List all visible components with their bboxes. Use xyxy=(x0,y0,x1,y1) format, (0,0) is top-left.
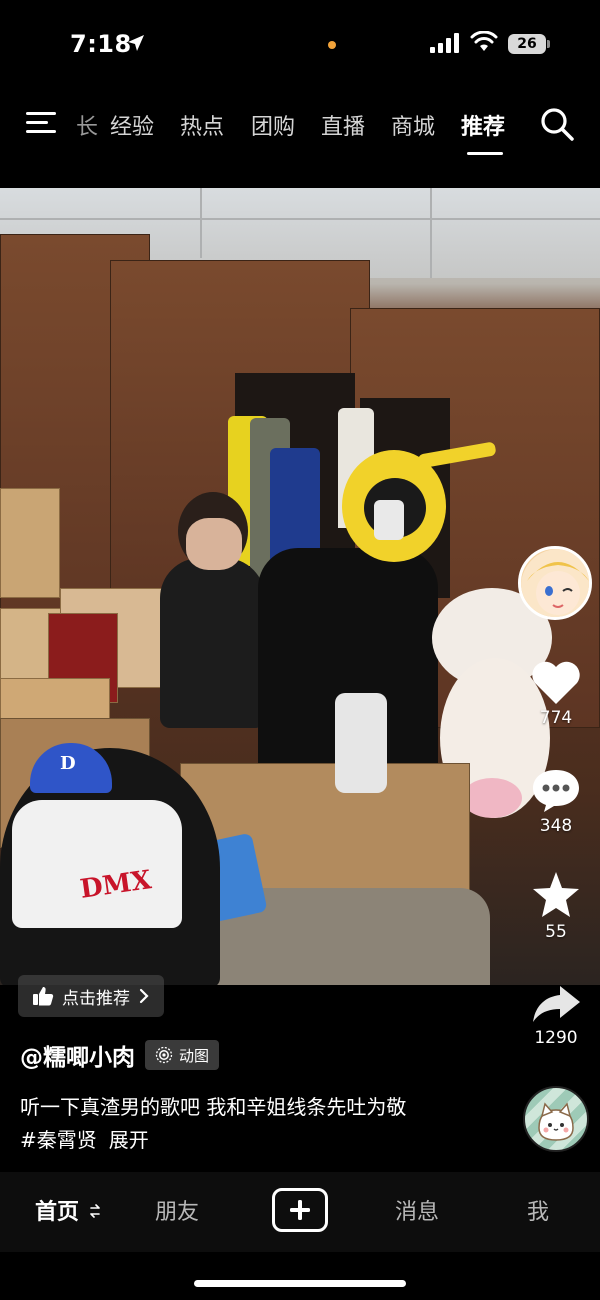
top-nav: 长 经验 热点 团购 直播 商城 推荐 xyxy=(0,95,600,165)
swap-arrows-icon[interactable] xyxy=(89,1204,101,1218)
tab-mall[interactable]: 商城 xyxy=(391,109,435,141)
active-tab-underline xyxy=(467,152,503,155)
tab-live[interactable]: 直播 xyxy=(321,109,365,141)
tab-partial[interactable]: 长 xyxy=(76,109,98,141)
caption-text: 听一下真渣男的歌吧 我和辛姐线条先吐为敬 xyxy=(20,1095,407,1119)
caption-line-2: #秦霄贤 展开 xyxy=(20,1124,149,1153)
author-name[interactable]: @糯唧小肉 xyxy=(20,1038,135,1072)
heart-icon xyxy=(532,661,580,704)
tab-me[interactable]: 我 xyxy=(527,1194,549,1226)
author-avatar[interactable] xyxy=(518,546,592,620)
video-player[interactable]: DMX D xyxy=(0,188,600,985)
menu-icon[interactable] xyxy=(26,110,58,136)
privacy-indicator-dot xyxy=(328,41,336,49)
like-action[interactable]: 774 xyxy=(520,660,592,728)
bottom-tab-bar: 首页 朋友 消息 我 xyxy=(0,1172,600,1252)
comment-count: 348 xyxy=(539,816,573,836)
home-indicator[interactable] xyxy=(194,1280,406,1287)
tab-experience[interactable]: 经验 xyxy=(110,109,154,141)
search-icon[interactable] xyxy=(540,107,574,141)
recommend-button[interactable]: 点击推荐 xyxy=(18,975,164,1017)
location-arrow-icon xyxy=(128,35,144,51)
recommend-label: 点击推荐 xyxy=(62,988,130,1009)
status-time: 7:18 xyxy=(70,30,132,58)
tab-messages[interactable]: 消息 xyxy=(395,1194,439,1226)
video-person-boy xyxy=(160,558,265,728)
video-phone xyxy=(374,500,404,540)
favorite-action[interactable]: 55 xyxy=(520,870,592,942)
tab-trending[interactable]: 热点 xyxy=(180,109,224,141)
cellular-signal-icon xyxy=(430,33,459,53)
add-post-button[interactable] xyxy=(272,1188,328,1232)
hashtag-link[interactable]: #秦霄贤 xyxy=(20,1128,97,1152)
status-bar: 7:18 26 xyxy=(0,0,600,90)
like-count: 774 xyxy=(539,708,573,728)
music-disc-avatar[interactable] xyxy=(523,1086,589,1152)
favorite-count: 55 xyxy=(545,922,567,942)
thumbs-up-icon xyxy=(33,987,54,1006)
star-icon xyxy=(533,872,579,917)
comment-action[interactable]: 348 xyxy=(520,766,592,836)
tab-home[interactable]: 首页 xyxy=(35,1194,79,1226)
share-arrow-icon xyxy=(533,986,580,1022)
share-count: 1290 xyxy=(534,1028,578,1048)
battery-level: 26 xyxy=(508,34,546,54)
video-water-bottle xyxy=(335,693,387,793)
live-photo-icon xyxy=(155,1046,173,1064)
cap-letter: D xyxy=(60,753,76,774)
comment-icon xyxy=(533,770,579,812)
chevron-right-icon xyxy=(139,988,149,1004)
tab-recommended[interactable]: 推荐 xyxy=(461,109,505,141)
share-action[interactable]: 1290 xyxy=(520,982,592,1048)
gif-badge: 动图 xyxy=(145,1040,220,1070)
expand-button[interactable]: 展开 xyxy=(109,1128,149,1152)
cat-avatar-icon xyxy=(538,1102,574,1141)
tab-group-buy[interactable]: 团购 xyxy=(251,109,295,141)
author-line: @糯唧小肉 动图 xyxy=(20,1038,220,1072)
wifi-icon xyxy=(470,31,498,51)
gif-badge-label: 动图 xyxy=(179,1046,210,1065)
battery-indicator: 26 xyxy=(508,34,550,54)
tab-friends[interactable]: 朋友 xyxy=(155,1194,199,1226)
plus-icon xyxy=(290,1200,310,1220)
